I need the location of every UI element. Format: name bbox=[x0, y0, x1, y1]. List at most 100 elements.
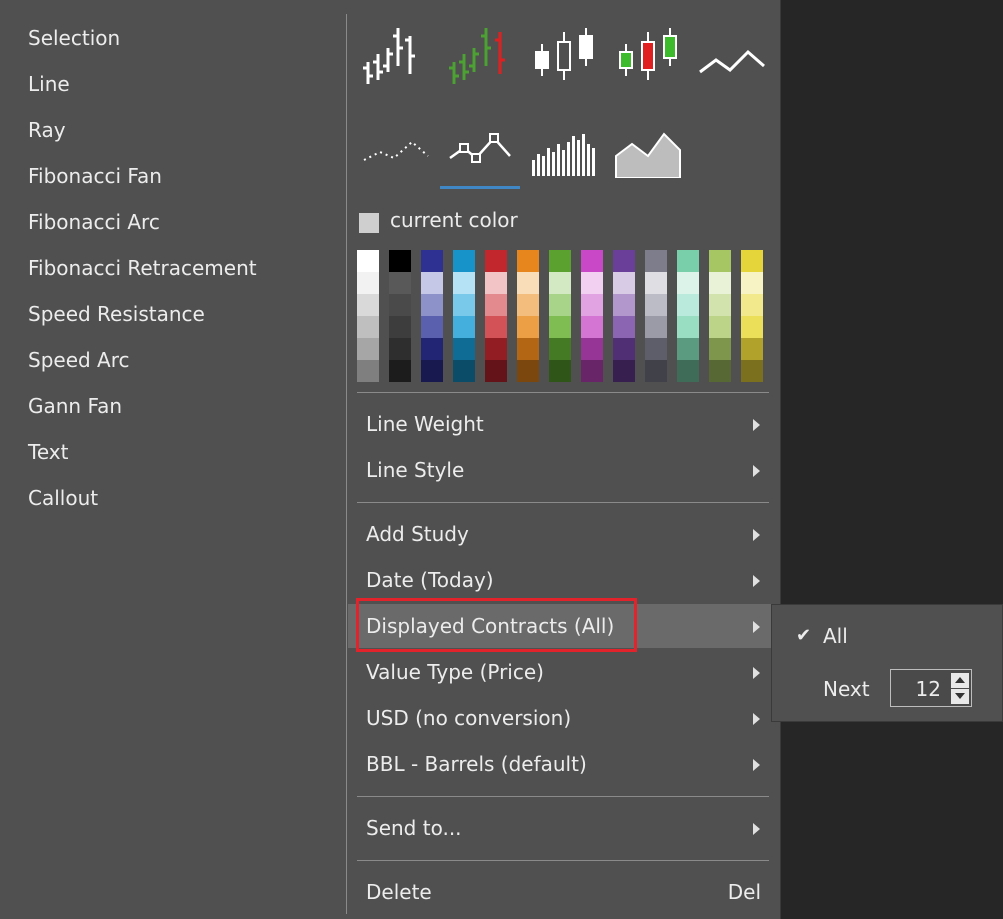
color-swatch[interactable] bbox=[709, 316, 731, 338]
color-swatch[interactable] bbox=[677, 294, 699, 316]
color-swatch[interactable] bbox=[389, 316, 411, 338]
color-swatch[interactable] bbox=[453, 316, 475, 338]
color-swatch[interactable] bbox=[645, 294, 667, 316]
menu-value-type[interactable]: Value Type (Price) bbox=[348, 650, 779, 694]
menu-line-style[interactable]: Line Style bbox=[348, 448, 779, 492]
menu-add-study[interactable]: Add Study bbox=[348, 512, 779, 556]
menu-date[interactable]: Date (Today) bbox=[348, 558, 779, 602]
tool-callout[interactable]: Callout bbox=[28, 486, 98, 510]
color-swatch[interactable] bbox=[549, 360, 571, 382]
color-swatch[interactable] bbox=[517, 338, 539, 360]
current-color-swatch[interactable] bbox=[359, 213, 379, 233]
menu-delete[interactable]: Delete Del bbox=[348, 870, 779, 914]
color-swatch[interactable] bbox=[453, 294, 475, 316]
color-swatch[interactable] bbox=[677, 338, 699, 360]
color-swatch[interactable] bbox=[677, 250, 699, 272]
color-swatch[interactable] bbox=[581, 272, 603, 294]
color-swatch[interactable] bbox=[741, 272, 763, 294]
color-swatch[interactable] bbox=[421, 338, 443, 360]
candlestick-colored-icon[interactable] bbox=[616, 26, 682, 84]
color-swatch[interactable] bbox=[581, 360, 603, 382]
dotted-line-chart-icon[interactable] bbox=[360, 132, 432, 172]
color-swatch[interactable] bbox=[389, 338, 411, 360]
color-swatch[interactable] bbox=[709, 272, 731, 294]
color-swatch[interactable] bbox=[645, 338, 667, 360]
color-swatch[interactable] bbox=[389, 272, 411, 294]
menu-units[interactable]: BBL - Barrels (default) bbox=[348, 742, 779, 786]
menu-send-to[interactable]: Send to... bbox=[348, 806, 779, 850]
color-swatch[interactable] bbox=[517, 316, 539, 338]
area-chart-icon[interactable] bbox=[614, 132, 684, 178]
color-swatch[interactable] bbox=[741, 360, 763, 382]
tool-text[interactable]: Text bbox=[28, 440, 68, 464]
color-swatch[interactable] bbox=[485, 360, 507, 382]
color-swatch[interactable] bbox=[645, 250, 667, 272]
line-chart-icon[interactable] bbox=[698, 40, 768, 80]
tool-selection[interactable]: Selection bbox=[28, 26, 120, 50]
tool-fibonacci-retracement[interactable]: Fibonacci Retracement bbox=[28, 256, 257, 280]
menu-currency[interactable]: USD (no conversion) bbox=[348, 696, 779, 740]
color-swatch[interactable] bbox=[741, 250, 763, 272]
color-swatch[interactable] bbox=[581, 338, 603, 360]
color-swatch[interactable] bbox=[645, 316, 667, 338]
color-swatch[interactable] bbox=[613, 360, 635, 382]
color-swatch[interactable] bbox=[645, 272, 667, 294]
color-swatch[interactable] bbox=[613, 294, 635, 316]
color-swatch[interactable] bbox=[741, 294, 763, 316]
histogram-icon[interactable] bbox=[530, 132, 600, 178]
color-swatch[interactable] bbox=[677, 360, 699, 382]
color-swatch[interactable] bbox=[549, 272, 571, 294]
color-swatch[interactable] bbox=[357, 360, 379, 382]
color-swatch[interactable] bbox=[389, 250, 411, 272]
ohlc-colored-bars-icon[interactable] bbox=[448, 22, 514, 86]
color-swatch[interactable] bbox=[485, 316, 507, 338]
color-swatch[interactable] bbox=[549, 250, 571, 272]
color-swatch[interactable] bbox=[741, 316, 763, 338]
color-swatch[interactable] bbox=[389, 360, 411, 382]
color-swatch[interactable] bbox=[677, 316, 699, 338]
color-swatch[interactable] bbox=[485, 338, 507, 360]
color-swatch[interactable] bbox=[453, 250, 475, 272]
candlestick-icon[interactable] bbox=[532, 26, 598, 84]
color-swatch[interactable] bbox=[581, 250, 603, 272]
color-swatch[interactable] bbox=[453, 338, 475, 360]
tool-line[interactable]: Line bbox=[28, 72, 70, 96]
line-with-markers-icon[interactable] bbox=[444, 128, 516, 172]
stepper-down-button[interactable] bbox=[951, 689, 969, 704]
color-swatch[interactable] bbox=[421, 360, 443, 382]
color-swatch[interactable] bbox=[741, 338, 763, 360]
tool-fibonacci-fan[interactable]: Fibonacci Fan bbox=[28, 164, 162, 188]
color-swatch[interactable] bbox=[517, 294, 539, 316]
color-swatch[interactable] bbox=[421, 316, 443, 338]
color-swatch[interactable] bbox=[645, 360, 667, 382]
color-swatch[interactable] bbox=[421, 272, 443, 294]
tool-speed-arc[interactable]: Speed Arc bbox=[28, 348, 130, 372]
stepper-up-button[interactable] bbox=[951, 673, 969, 688]
color-swatch[interactable] bbox=[517, 250, 539, 272]
color-swatch[interactable] bbox=[357, 338, 379, 360]
tool-gann-fan[interactable]: Gann Fan bbox=[28, 394, 122, 418]
color-swatch[interactable] bbox=[581, 294, 603, 316]
color-swatch[interactable] bbox=[357, 272, 379, 294]
color-swatch[interactable] bbox=[485, 294, 507, 316]
color-swatch[interactable] bbox=[357, 294, 379, 316]
color-swatch[interactable] bbox=[613, 250, 635, 272]
color-swatch[interactable] bbox=[549, 294, 571, 316]
color-swatch[interactable] bbox=[453, 360, 475, 382]
current-color-label[interactable]: current color bbox=[390, 208, 518, 232]
tool-fibonacci-arc[interactable]: Fibonacci Arc bbox=[28, 210, 160, 234]
color-swatch[interactable] bbox=[517, 360, 539, 382]
next-count-value[interactable]: 12 bbox=[916, 677, 941, 701]
color-swatch[interactable] bbox=[389, 294, 411, 316]
color-swatch[interactable] bbox=[357, 250, 379, 272]
color-swatch[interactable] bbox=[709, 294, 731, 316]
color-swatch[interactable] bbox=[613, 316, 635, 338]
color-swatch[interactable] bbox=[421, 250, 443, 272]
menu-line-weight[interactable]: Line Weight bbox=[348, 402, 779, 446]
color-swatch[interactable] bbox=[709, 360, 731, 382]
color-swatch[interactable] bbox=[709, 250, 731, 272]
color-swatch[interactable] bbox=[549, 316, 571, 338]
color-swatch[interactable] bbox=[357, 316, 379, 338]
color-swatch[interactable] bbox=[581, 316, 603, 338]
ohlc-bars-icon[interactable] bbox=[362, 22, 428, 86]
